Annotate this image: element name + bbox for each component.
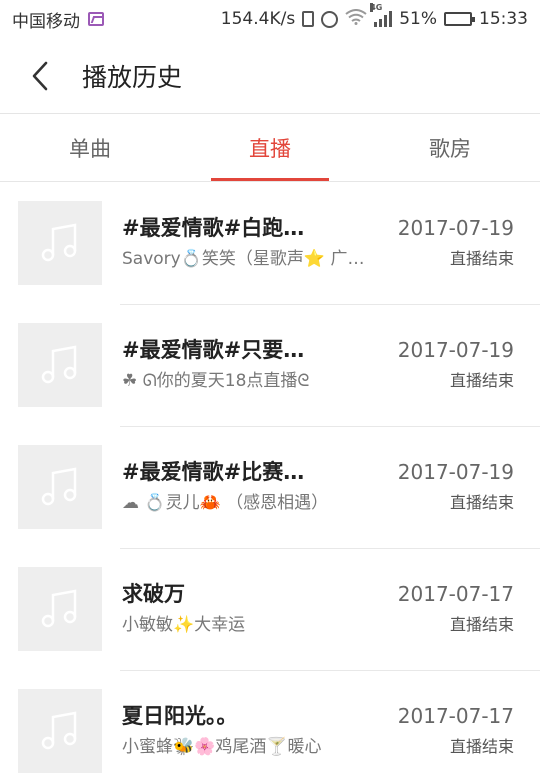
item-status: 直播结束 xyxy=(449,371,514,390)
status-bar: 中国移动 154.4K/s 4G 51% 15:33 xyxy=(0,0,540,38)
network-speed: 154.4K/s xyxy=(220,9,296,29)
item-title: #最爱情歌#只要… xyxy=(122,338,305,362)
page-title: 播放历史 xyxy=(82,62,183,92)
item-host: 小蜜蜂🐝🌸鸡尾酒🍸暖心 xyxy=(122,737,322,757)
item-host: ☘ ᘏ你的夏天18点直播ᘓ xyxy=(122,371,310,391)
item-title: #最爱情歌#比赛… xyxy=(122,460,305,484)
item-host: ☁ 💍灵儿🦀 （感恩相遇） xyxy=(122,493,329,513)
network-type-label: 4G xyxy=(370,3,383,12)
item-status: 直播结束 xyxy=(449,737,514,756)
item-date: 2017-07-17 xyxy=(397,582,514,606)
music-note-icon xyxy=(18,323,102,407)
tab-live[interactable]: 直播 xyxy=(180,114,360,181)
item-title: #最爱情歌#白跑… xyxy=(122,216,305,240)
battery-icon xyxy=(444,12,475,26)
gallery-notification-icon xyxy=(88,12,104,26)
back-arrow-icon[interactable] xyxy=(10,38,70,114)
vibrate-icon xyxy=(302,11,315,27)
carrier-label: 中国移动 xyxy=(12,11,80,32)
tab-single[interactable]: 单曲 xyxy=(0,114,180,181)
history-list: #最爱情歌#白跑… Savory💍笑笑（星歌声⭐ 广… 2017-07-19 直… xyxy=(0,182,540,781)
tab-ktv-room[interactable]: 歌房 xyxy=(360,114,540,181)
list-item[interactable]: 夏日阳光。。 小蜜蜂🐝🌸鸡尾酒🍸暖心 2017-07-17 直播结束 xyxy=(0,670,540,781)
music-note-icon xyxy=(18,445,102,529)
item-date: 2017-07-19 xyxy=(397,338,514,362)
tab-bar: 单曲 直播 歌房 xyxy=(0,114,540,182)
item-date: 2017-07-19 xyxy=(397,216,514,240)
item-date: 2017-07-19 xyxy=(397,460,514,484)
item-host: Savory💍笑笑（星歌声⭐ 广… xyxy=(122,249,365,269)
list-item[interactable]: #最爱情歌#比赛… ☁ 💍灵儿🦀 （感恩相遇） 2017-07-19 直播结束 xyxy=(0,426,540,548)
wifi-icon xyxy=(345,9,367,29)
item-status: 直播结束 xyxy=(449,249,514,268)
item-date: 2017-07-17 xyxy=(397,704,514,728)
title-bar: 播放历史 xyxy=(0,38,540,114)
cellular-signal-icon: 4G xyxy=(370,3,393,27)
music-note-icon xyxy=(18,567,102,651)
item-status: 直播结束 xyxy=(449,493,514,512)
clock: 15:33 xyxy=(479,9,528,29)
music-note-icon xyxy=(18,201,102,285)
item-host: 小敏敏✨大幸运 xyxy=(122,615,246,635)
list-item[interactable]: 求破万 小敏敏✨大幸运 2017-07-17 直播结束 xyxy=(0,548,540,670)
item-status: 直播结束 xyxy=(449,615,514,634)
list-item[interactable]: #最爱情歌#只要… ☘ ᘏ你的夏天18点直播ᘓ 2017-07-19 直播结束 xyxy=(0,304,540,426)
music-note-icon xyxy=(18,689,102,773)
battery-percent: 51% xyxy=(399,9,437,29)
alarm-icon xyxy=(321,10,339,28)
item-title: 求破万 xyxy=(122,582,185,606)
item-title: 夏日阳光。。 xyxy=(122,704,238,728)
list-item[interactable]: #最爱情歌#白跑… Savory💍笑笑（星歌声⭐ 广… 2017-07-19 直… xyxy=(0,182,540,304)
